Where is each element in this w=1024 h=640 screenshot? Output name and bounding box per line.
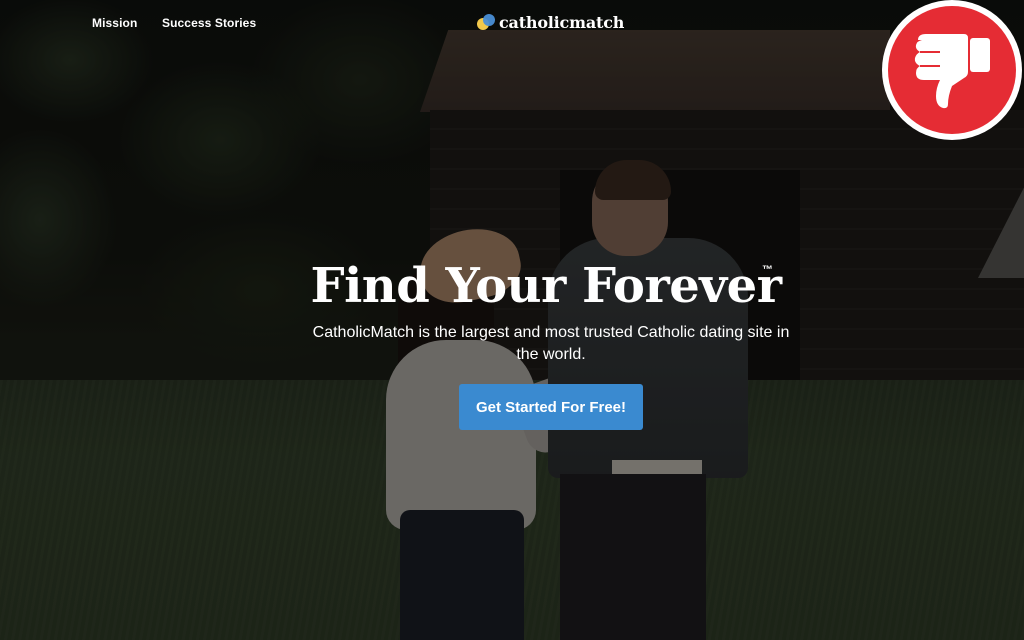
dark-overlay <box>0 0 1024 640</box>
rating-badge <box>882 0 1022 140</box>
hero-background-photo <box>0 0 1024 640</box>
hero-subtitle: CatholicMatch is the largest and most tr… <box>312 324 790 363</box>
logo-text: catholicmatch <box>499 13 625 32</box>
nav-link-mission[interactable]: Mission <box>92 16 137 30</box>
site-logo[interactable]: catholicmatch <box>477 13 624 32</box>
nav-link-success-stories[interactable]: Success Stories <box>162 16 256 30</box>
thumbs-down-icon <box>914 34 990 109</box>
logo-circles-icon <box>477 13 495 32</box>
get-started-button[interactable]: Get Started For Free! <box>459 384 643 430</box>
badge-circle <box>888 6 1016 134</box>
hero-title: Find Your Forever <box>310 258 782 314</box>
trademark-symbol: ™ <box>762 264 773 276</box>
